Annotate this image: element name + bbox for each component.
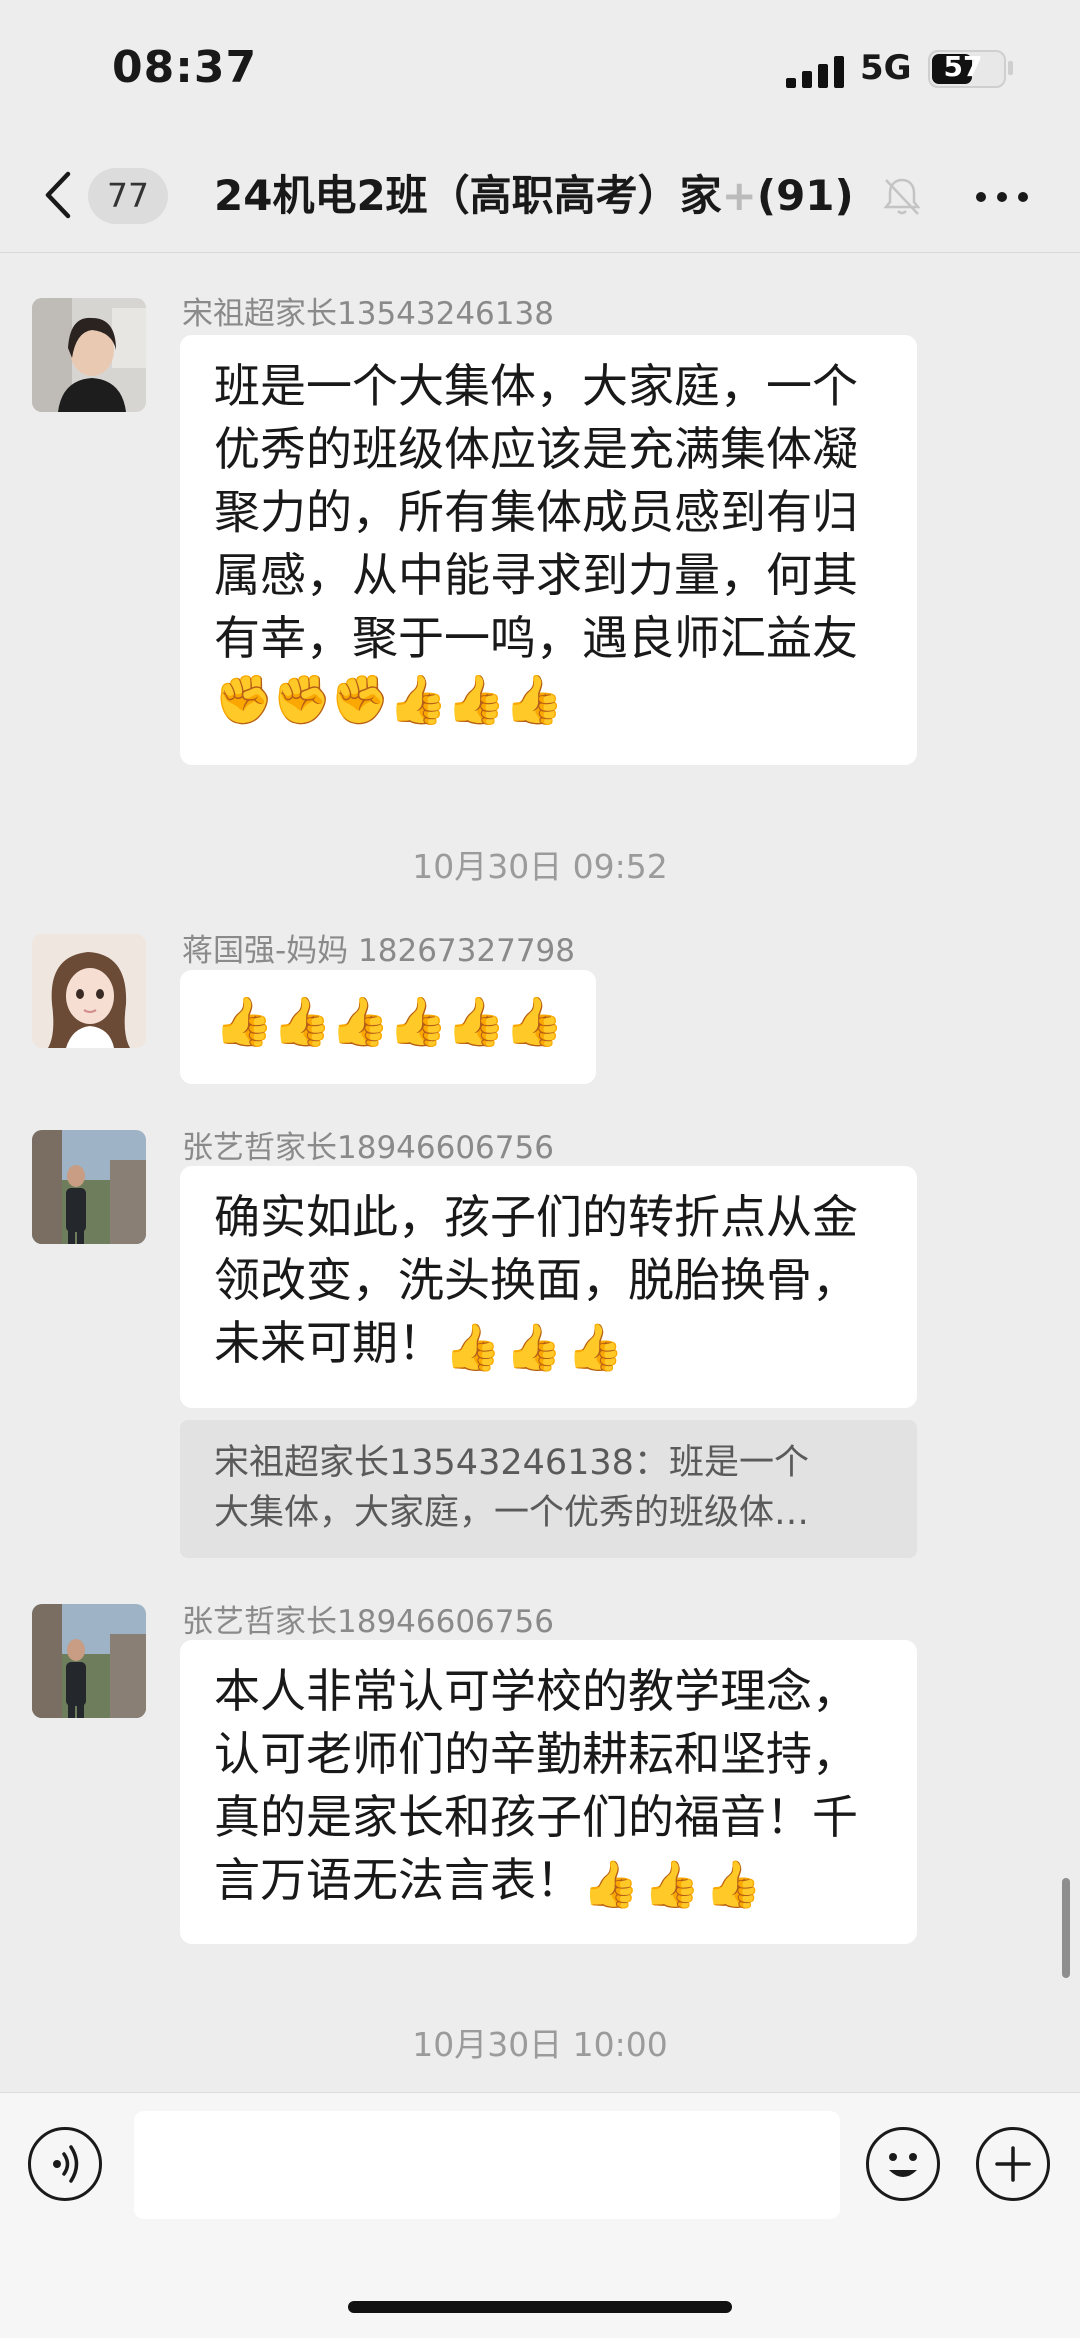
thumbs-up-icon: 👍 <box>504 994 564 1050</box>
emoji-row: 👍 👍 👍 👍 👍 👍 <box>214 994 564 1050</box>
sender-name: 张艺哲家长18946606756 <box>182 1130 554 1166</box>
thumbs-up-icon: 👍 <box>643 1857 701 1911</box>
voice-icon <box>53 2145 79 2183</box>
emoji-row: 👍 👍 👍 <box>444 1321 624 1373</box>
message-bubble[interactable]: 👍 👍 👍 👍 👍 👍 <box>180 970 596 1084</box>
quoted-message[interactable]: 宋祖超家长13543246138：班是一个 大集体，大家庭，一个优秀的班级体… <box>180 1420 917 1558</box>
message-bubble[interactable]: 本人非常认可学校的教学理念， 认可老师们的辛勤耕耘和坚持， 真的是家长和孩子们的… <box>180 1640 917 1944</box>
raised-fist-icon: ✊ <box>330 672 390 728</box>
message-bubble[interactable]: 班是一个大集体，大家庭，一个 优秀的班级体应该是充满集体凝 聚力的，所有集体成员… <box>180 335 917 765</box>
emoji-row: ✊ ✊ ✊ 👍 👍 👍 <box>214 674 883 726</box>
thumbs-up-icon: 👍 <box>272 994 332 1050</box>
message-timestamp: 10月30日 10:00 <box>412 2025 668 2064</box>
status-time: 08:37 <box>112 42 258 93</box>
input-bar <box>0 2092 1080 2338</box>
avatar-image <box>32 934 146 1048</box>
avatar-image <box>32 298 146 412</box>
home-indicator[interactable] <box>348 2301 732 2313</box>
emoji-button[interactable] <box>866 2127 940 2201</box>
thumbs-up-icon: 👍 <box>566 1320 624 1374</box>
thumbs-up-icon: 👍 <box>444 1320 502 1374</box>
avatar-image <box>32 1130 146 1244</box>
chat-title: 24机电2班（高职高考）家+(91) <box>214 168 854 224</box>
quote-line-1: 宋祖超家长13543246138：班是一个 <box>214 1443 809 1483</box>
thumbs-up-icon: 👍 <box>504 672 564 728</box>
thumbs-up-icon: 👍 <box>446 672 506 728</box>
battery-icon: 57 <box>928 50 1006 88</box>
thumbs-up-icon: 👍 <box>330 994 390 1050</box>
back-icon[interactable] <box>42 170 72 220</box>
thumbs-up-icon: 👍 <box>214 994 274 1050</box>
sender-name: 张艺哲家长18946606756 <box>182 1604 554 1640</box>
unread-count-badge[interactable]: 77 <box>88 168 168 224</box>
avatar[interactable] <box>32 298 146 412</box>
thumbs-up-icon: 👍 <box>446 994 506 1050</box>
message-timestamp: 10月30日 09:52 <box>412 847 668 886</box>
chat-header: 77 24机电2班（高职高考）家+(91) <box>0 140 1080 253</box>
avatar[interactable] <box>32 1604 146 1718</box>
chat-title-overflow: + <box>721 171 757 220</box>
emoji-row: 👍 👍 👍 <box>582 1858 762 1910</box>
message-text: 班是一个大集体，大家庭，一个 优秀的班级体应该是充满集体凝 聚力的，所有集体成员… <box>214 359 858 665</box>
member-count: (91) <box>756 171 854 220</box>
thumbs-up-icon: 👍 <box>388 672 448 728</box>
mute-bell-icon <box>883 178 921 215</box>
voice-button[interactable] <box>28 2127 102 2201</box>
quote-line-2: 大集体，大家庭，一个优秀的班级体… <box>214 1493 810 1533</box>
avatar[interactable] <box>32 1130 146 1244</box>
avatar[interactable] <box>32 934 146 1048</box>
avatar-image <box>32 1604 146 1718</box>
more-icon[interactable] <box>974 190 1030 204</box>
network-type: 5G <box>860 48 912 88</box>
cellular-signal-icon <box>786 56 844 88</box>
thumbs-up-icon: 👍 <box>505 1320 563 1374</box>
sender-name: 宋祖超家长13543246138 <box>182 296 554 332</box>
status-bar: 08:37 5G 57 <box>0 0 1080 140</box>
thumbs-up-icon: 👍 <box>582 1857 640 1911</box>
battery-percent: 57 <box>943 50 983 83</box>
emoji-icon <box>889 2153 917 2177</box>
raised-fist-icon: ✊ <box>214 672 274 728</box>
message-input[interactable] <box>134 2111 840 2219</box>
battery-cap <box>1008 61 1013 75</box>
thumbs-up-icon: 👍 <box>388 994 448 1050</box>
raised-fist-icon: ✊ <box>272 672 332 728</box>
thumbs-up-icon: 👍 <box>704 1857 762 1911</box>
plus-icon <box>995 2146 1031 2182</box>
more-functions-button[interactable] <box>976 2127 1050 2201</box>
scrollbar[interactable] <box>1062 1878 1070 1978</box>
chat-title-text: 24机电2班（高职高考）家 <box>214 171 722 220</box>
message-bubble[interactable]: 确实如此，孩子们的转折点从金 领改变，洗头换面，脱胎换骨， 未来可期！ 👍 👍 👍 <box>180 1166 917 1408</box>
sender-name: 蒋国强-妈妈 18267327798 <box>182 933 575 969</box>
